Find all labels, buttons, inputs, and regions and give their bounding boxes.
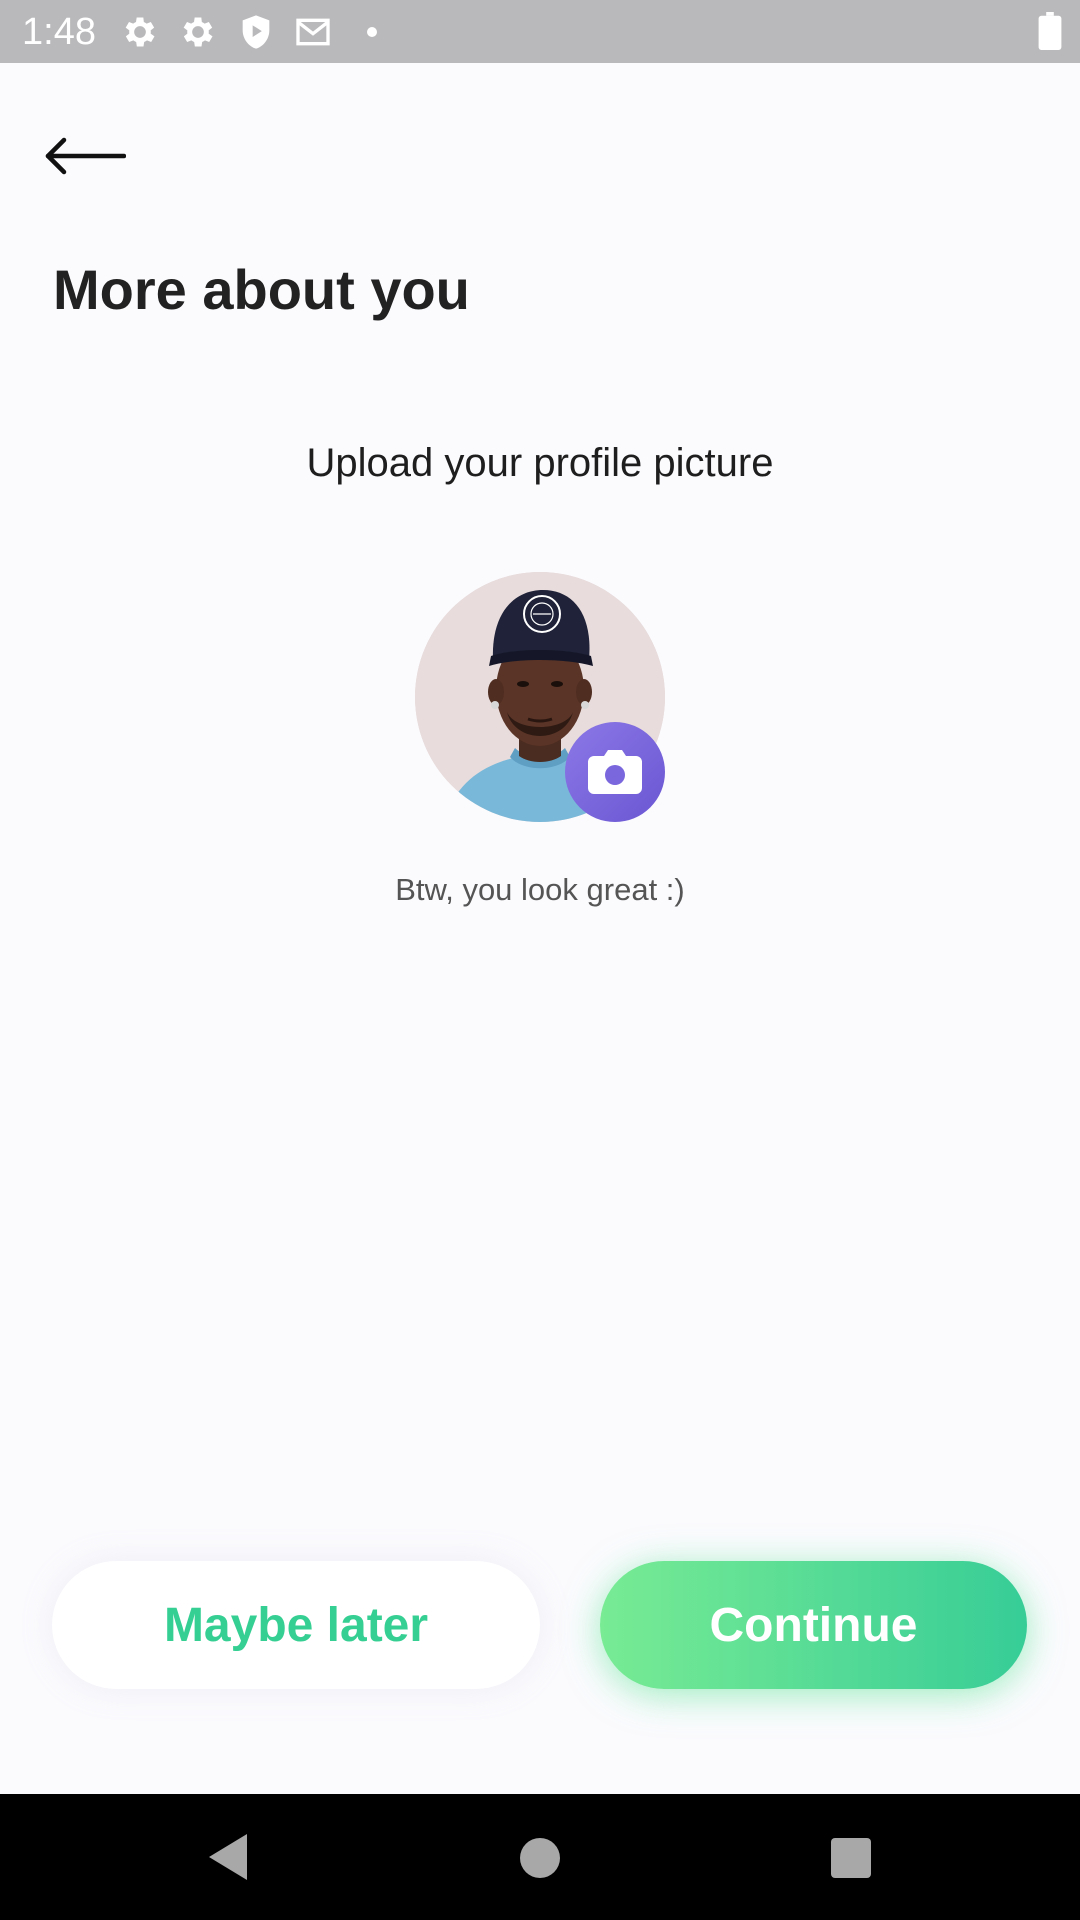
continue-button[interactable]: Continue bbox=[600, 1561, 1027, 1689]
gear-icon bbox=[125, 17, 155, 47]
compliment-text: Btw, you look great :) bbox=[395, 872, 685, 907]
profile-picture-picker[interactable] bbox=[415, 572, 665, 822]
page-title: More about you bbox=[53, 258, 470, 321]
nav-recents-icon[interactable] bbox=[831, 1838, 871, 1878]
battery-icon bbox=[1038, 12, 1062, 50]
dot-icon bbox=[367, 27, 377, 37]
arrow-left-icon bbox=[45, 137, 126, 175]
nav-home-icon[interactable] bbox=[520, 1838, 560, 1878]
maybe-later-button[interactable]: Maybe later bbox=[52, 1561, 540, 1689]
nav-back-icon[interactable] bbox=[205, 1832, 250, 1882]
screen: 1:48 More about you Upload your profile … bbox=[0, 0, 1080, 1920]
upload-label: Upload your profile picture bbox=[306, 441, 774, 485]
navigation-bar bbox=[0, 1794, 1080, 1920]
back-button[interactable] bbox=[44, 126, 134, 186]
gmail-icon bbox=[296, 18, 330, 46]
status-bar: 1:48 bbox=[0, 0, 1080, 63]
gear-icon bbox=[183, 17, 213, 47]
camera-icon bbox=[588, 750, 642, 794]
status-time: 1:48 bbox=[22, 11, 96, 53]
camera-button[interactable] bbox=[565, 722, 665, 822]
play-protect-icon bbox=[242, 15, 270, 49]
